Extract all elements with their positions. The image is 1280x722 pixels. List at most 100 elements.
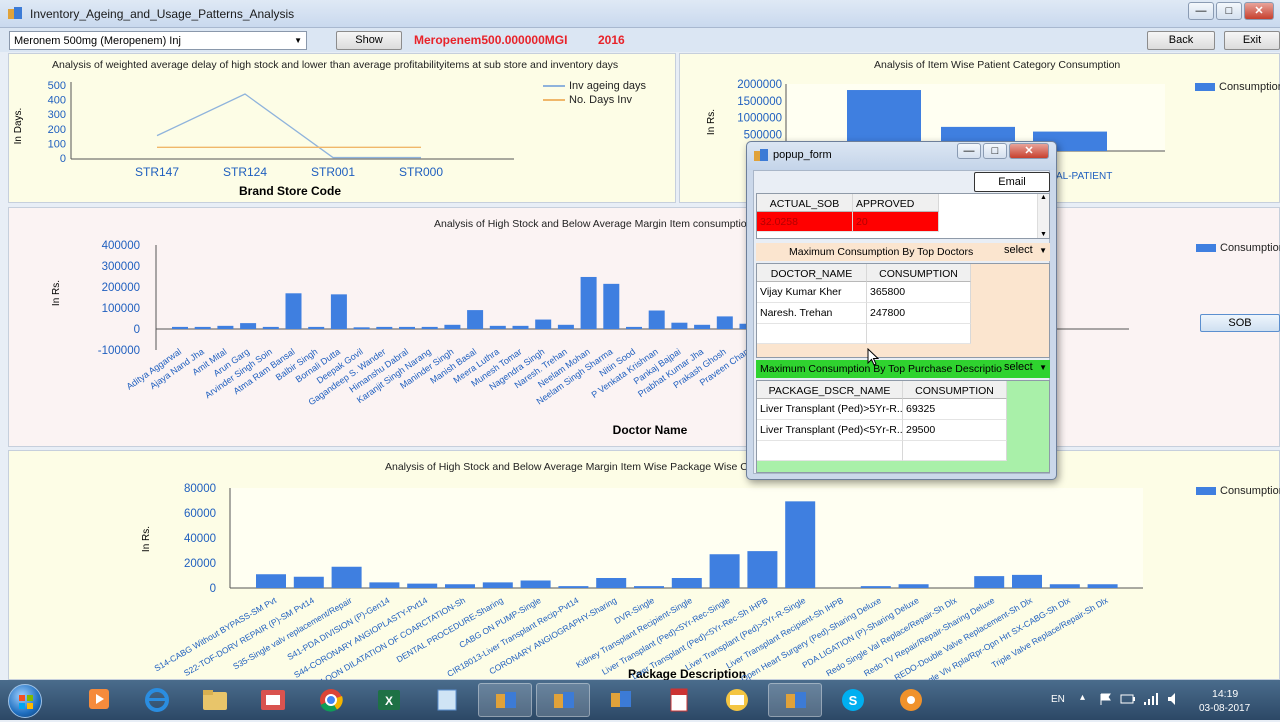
purchase-filter-bar: Maximum Consumption By Top Purchase Desc…: [756, 360, 1050, 378]
network-signal-icon[interactable]: [1143, 691, 1159, 707]
back-button[interactable]: Back: [1147, 31, 1215, 50]
doctor-bar: [489, 325, 506, 329]
doctor-bar: [580, 276, 597, 329]
taskbar-media-player[interactable]: [72, 683, 126, 717]
y-tick-label: 1000000: [737, 113, 782, 125]
doctors-select[interactable]: select ▼: [1002, 243, 1048, 260]
start-button[interactable]: [8, 684, 42, 718]
battery-icon[interactable]: [1120, 692, 1136, 706]
taskbar-app-2[interactable]: [536, 683, 590, 717]
doctors-select-value: select: [1004, 244, 1033, 256]
taskbar-notepad[interactable]: [420, 683, 474, 717]
package-row-2-name[interactable]: Liver Transplant (Ped)<5Yr-R...: [757, 420, 903, 441]
show-button[interactable]: Show: [336, 31, 402, 50]
popup-form-window: popup_form — □ ✕ Email ACTUAL_SOB APPROV…: [746, 141, 1057, 480]
chevron-down-icon: ▼: [294, 36, 302, 45]
y-tick-label: 0: [134, 324, 140, 336]
package-bar: [520, 580, 551, 588]
doctor-bar: [716, 316, 733, 329]
item-select-value: Meronem 500mg (Meropenem) Inj: [14, 35, 181, 47]
app-icon: [754, 149, 768, 161]
windows-logo-icon: [19, 695, 33, 709]
tally-erp-icon: [670, 688, 688, 712]
package-bar: [709, 554, 740, 588]
y-tick-label: 100000: [102, 303, 140, 315]
taskbar-internet-explorer[interactable]: [130, 683, 184, 717]
taskbar-file-explorer[interactable]: [188, 683, 242, 717]
taskbar-skype[interactable]: S: [826, 683, 880, 717]
popup-close-button[interactable]: ✕: [1009, 143, 1049, 159]
package-row-1-name[interactable]: Liver Transplant (Ped)>5Yr-R...: [757, 399, 903, 420]
doctor-bar: [626, 326, 642, 329]
taskbar-app-3[interactable]: [594, 683, 648, 717]
y-tick-label: 1500000: [737, 96, 782, 108]
doctor-row-2-consumption[interactable]: 247800: [867, 303, 971, 324]
doctor-row-1-name[interactable]: Vijay Kumar Kher: [757, 282, 867, 303]
skype-icon: S: [842, 689, 864, 711]
clock-time[interactable]: 14:19: [1212, 688, 1238, 700]
taskbar-excel[interactable]: X: [362, 683, 416, 717]
panel3-ylabel: In Rs.: [51, 280, 62, 306]
taskbar-app-flower[interactable]: [884, 683, 938, 717]
legend-label: Consumption: [1219, 81, 1280, 93]
svg-text:X: X: [385, 694, 393, 708]
package-bar: [407, 583, 438, 588]
sob-scrollbar[interactable]: ▲ ▼: [1037, 194, 1049, 238]
package-row-2-consumption[interactable]: 29500: [903, 420, 1007, 441]
scroll-down-icon: ▼: [1040, 231, 1047, 238]
panel-doctor-consumption: Analysis of High Stock and Below Average…: [8, 207, 1280, 447]
package-bar: [634, 586, 664, 588]
package-bar: [331, 566, 362, 588]
taskbar-app-1[interactable]: [478, 683, 532, 717]
doctor-row-2-name[interactable]: Naresh. Trehan: [757, 303, 867, 324]
item-code-label: Meropenem500.000000MGI: [414, 33, 568, 47]
taskbar-chrome[interactable]: [304, 683, 358, 717]
sob-button[interactable]: SOB: [1200, 314, 1280, 332]
legend-consumption-4: Consumption: [1196, 485, 1280, 497]
svg-text:S: S: [849, 693, 858, 708]
clock-date[interactable]: 03-08-2017: [1199, 703, 1250, 714]
tray-arrow-icon[interactable]: ▴: [1080, 692, 1085, 703]
volume-icon[interactable]: [1166, 691, 1182, 707]
doctor-bar: [240, 323, 257, 329]
doctor-bar-chart: In Rs. Doctor Name -100000 0 100000 200000 3…: [51, 240, 1129, 437]
excel-icon: X: [378, 690, 400, 710]
flag-icon[interactable]: [1098, 692, 1112, 706]
item-select[interactable]: Meronem 500mg (Meropenem) Inj ▼: [9, 31, 307, 50]
flower-icon: [900, 689, 922, 711]
popup-minimize-button[interactable]: —: [957, 143, 981, 159]
exit-button[interactable]: Exit: [1224, 31, 1280, 50]
doctor-bar: [671, 322, 688, 329]
app-window-icon: [786, 692, 806, 708]
doctor-bar: [353, 327, 370, 329]
y-tick-label: 300000: [102, 261, 140, 273]
language-indicator[interactable]: EN: [1051, 694, 1065, 705]
toolbar: Meronem 500mg (Meropenem) Inj ▼ Show Mer…: [0, 28, 1280, 52]
taskbar-mail[interactable]: [710, 683, 764, 717]
line-chart: In Days. Brand Store Code 0 100 200 300 400 5…: [13, 80, 514, 198]
doctor-row-1-consumption[interactable]: 365800: [867, 282, 971, 303]
taskbar-presentation[interactable]: [246, 683, 300, 717]
doctors-filter-label: Maximum Consumption By Top Doctors: [789, 246, 974, 258]
email-button[interactable]: Email: [974, 172, 1050, 192]
legend-line-swatch: [543, 99, 565, 102]
taskbar-tally[interactable]: [652, 683, 706, 717]
popup-maximize-button[interactable]: □: [983, 143, 1007, 159]
y-tick-label: 0: [60, 153, 66, 165]
windows-taskbar: X S EN ▴ 14:19 03-08-2017: [0, 680, 1280, 720]
folder-icon: [203, 690, 227, 710]
sob-approved-value[interactable]: 20: [853, 212, 939, 232]
package-bar: [1049, 584, 1080, 588]
purchase-select[interactable]: select ▼: [1002, 360, 1048, 377]
taskbar-app-4[interactable]: [768, 683, 822, 717]
close-window-button[interactable]: ✕: [1244, 2, 1274, 20]
y-tick-label: 100: [48, 138, 66, 150]
y-tick-label: 400000: [102, 240, 140, 252]
notepad-icon: [437, 689, 457, 711]
x-tick-label: STR124: [223, 165, 267, 179]
sob-actual-value[interactable]: 32.0258: [757, 212, 853, 232]
minimize-button[interactable]: —: [1188, 2, 1214, 20]
maximize-button[interactable]: □: [1216, 2, 1242, 20]
doctor-bar: [648, 310, 665, 329]
package-row-1-consumption[interactable]: 69325: [903, 399, 1007, 420]
